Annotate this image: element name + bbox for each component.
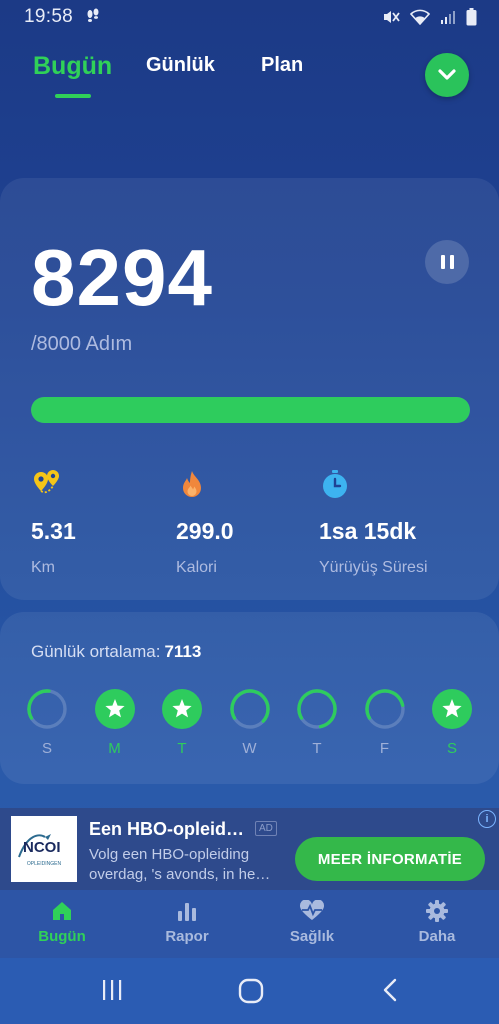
stat-duration-value: 1sa 15dk — [319, 518, 417, 544]
day-star-icon — [94, 689, 135, 729]
ad-badge: AD — [255, 821, 277, 836]
day-star-icon — [432, 689, 472, 729]
ad-title[interactable]: Een HBO-opleid… — [89, 819, 244, 840]
stat-calories-value: 299.0 — [176, 518, 234, 544]
stat-distance-label: Km — [31, 559, 55, 576]
day-label: W — [242, 740, 257, 757]
day-3[interactable]: W — [229, 688, 271, 757]
day-label: F — [379, 740, 390, 757]
wifi-icon — [410, 9, 430, 25]
tab-gunluk[interactable]: Günlük — [146, 54, 215, 77]
goal-progress-fill — [31, 397, 470, 423]
daily-summary-card: 8294 /8000 Adım 5.31 Km 299.0 Kalori 1sa… — [0, 178, 499, 600]
home-icon — [53, 902, 71, 920]
daily-average: Günlük ortalama: 7113 — [31, 642, 201, 662]
day-1[interactable]: M — [94, 688, 136, 757]
pause-button[interactable] — [425, 240, 469, 284]
signal-icon — [440, 9, 456, 25]
stat-distance-value: 5.31 — [31, 518, 76, 544]
day-0[interactable]: S — [26, 688, 68, 757]
nav-saglik[interactable]: Sağlık — [267, 900, 357, 945]
day-progress-ring — [297, 689, 337, 729]
ad-logo[interactable]: NCOI OPLEIDINGEN — [11, 816, 77, 882]
info-icon[interactable]: i — [478, 810, 496, 828]
heart-pulse-icon — [299, 900, 325, 920]
bottom-nav: Bugün Rapor Sağlık Daha — [0, 890, 499, 958]
nav-daha-label: Daha — [418, 928, 456, 945]
ad-logo-text: NCOI — [23, 839, 61, 856]
dropdown-button[interactable] — [425, 53, 469, 97]
ad-description: Volg een HBO-opleiding overdag, 's avond… — [89, 846, 271, 883]
stat-duration: 1sa 15dk Yürüyüş Süresi — [319, 468, 428, 577]
day-progress-ring — [229, 689, 270, 729]
mute-icon — [382, 9, 400, 25]
day-label: M — [108, 740, 121, 757]
ad-logo-sub: OPLEIDINGEN — [26, 861, 62, 867]
stopwatch-icon — [323, 470, 347, 498]
home-circle-icon[interactable] — [238, 978, 264, 1004]
bar-chart-icon — [178, 903, 196, 921]
nav-daha[interactable]: Daha — [392, 900, 482, 945]
tab-plan[interactable]: Plan — [261, 54, 303, 77]
flame-icon — [183, 471, 201, 497]
nav-saglik-label: Sağlık — [289, 928, 335, 945]
day-label: T — [177, 740, 187, 757]
day-label: S — [446, 740, 457, 757]
step-count: 8294 — [31, 233, 213, 322]
day-progress-ring — [27, 689, 67, 729]
day-progress-ring — [364, 689, 405, 729]
nav-rapor-label: Rapor — [165, 928, 209, 945]
tab-bugun[interactable]: Bugün — [33, 52, 112, 81]
location-pin-icon — [34, 470, 59, 494]
day-6[interactable]: S — [431, 688, 473, 757]
nav-bugun-label: Bugün — [38, 928, 86, 945]
stat-calories: 299.0 Kalori — [176, 468, 234, 577]
active-tab-indicator — [55, 94, 91, 98]
chevron-down-icon — [438, 69, 456, 80]
day-4[interactable]: T — [296, 688, 338, 757]
status-bar: 19:58 — [0, 0, 499, 34]
nav-rapor[interactable]: Rapor — [142, 900, 232, 945]
daily-average-value: 7113 — [164, 642, 202, 661]
stat-calories-label: Kalori — [176, 559, 217, 576]
day-5[interactable]: F — [364, 688, 406, 757]
status-time: 19:58 — [24, 6, 74, 27]
gear-icon — [426, 900, 448, 922]
weekly-card[interactable]: Günlük ortalama: 7113 S M T W T F S — [0, 612, 499, 784]
pause-icon — [440, 255, 445, 269]
battery-icon — [466, 8, 477, 26]
ad-cta-button[interactable]: MEER İNFORMATİE — [295, 837, 485, 881]
day-label: S — [41, 740, 52, 757]
stat-duration-label: Yürüyüş Süresi — [319, 559, 428, 576]
ad-logo-mark: NCOI — [18, 834, 61, 858]
recents-icon[interactable] — [100, 978, 124, 1002]
pause-icon-bar — [449, 255, 454, 269]
back-icon[interactable] — [380, 978, 402, 1002]
goal-progress-bar — [31, 397, 470, 423]
stat-distance: 5.31 Km — [31, 468, 76, 577]
daily-average-label: Günlük ortalama: — [31, 642, 161, 661]
day-star-icon — [162, 689, 202, 729]
footsteps-icon — [85, 8, 101, 27]
step-goal: /8000 Adım — [31, 333, 133, 355]
day-2[interactable]: T — [161, 688, 203, 757]
day-label: T — [312, 740, 322, 757]
nav-bugun[interactable]: Bugün — [17, 900, 107, 945]
system-nav-bar — [0, 958, 499, 1024]
